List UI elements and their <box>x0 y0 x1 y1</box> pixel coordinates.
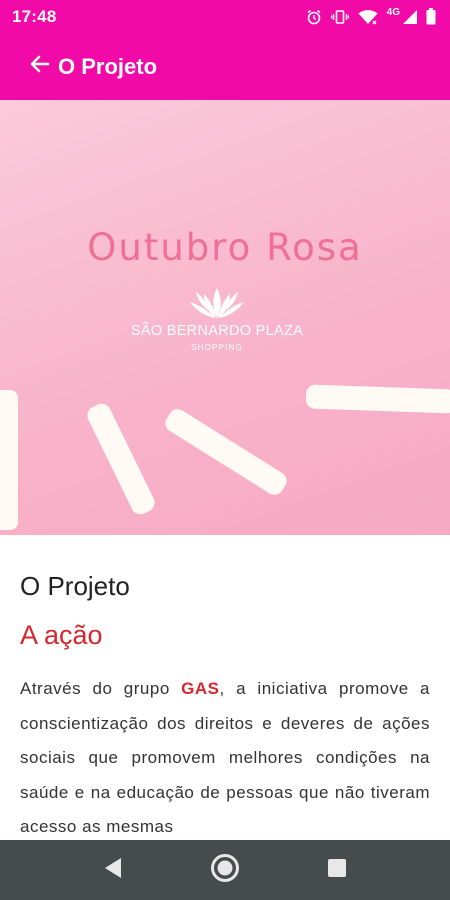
section-subtitle: A ação <box>20 620 103 650</box>
body-text: Através do grupo GAS, a iniciativa promo… <box>20 672 430 840</box>
nav-recents-icon <box>327 858 347 883</box>
nav-back-icon <box>103 857 123 884</box>
nav-back-button[interactable] <box>83 840 143 900</box>
decorative-stroke <box>161 405 291 499</box>
logo-name: SÃO BERNARDO PLAZA <box>130 323 304 339</box>
signal-icon <box>403 9 417 24</box>
battery-icon <box>426 8 436 25</box>
body-text-rest: , a iniciativa promove a conscientização… <box>20 679 430 836</box>
group-highlight: GAS <box>181 679 220 698</box>
status-bar: 17:48 4G <box>0 0 450 33</box>
decorative-stroke <box>305 384 450 414</box>
app-bar: O Projeto <box>0 33 450 100</box>
lotus-logo-icon <box>186 286 248 325</box>
logo-subtitle: SHOPPING <box>191 343 243 352</box>
banner-title: Outubro Rosa <box>87 226 363 269</box>
content-area: O Projeto A ação Através do grupo GAS, a… <box>0 535 450 840</box>
decorative-stroke <box>0 390 18 530</box>
banner-image: Outubro Rosa SÃO BERNARDO PLAZA SHOPPING <box>0 100 450 535</box>
nav-recents-button[interactable] <box>307 840 367 900</box>
system-nav-bar <box>0 840 450 900</box>
wifi-icon <box>358 9 378 25</box>
body-text-start: Através do grupo <box>20 679 182 698</box>
status-icons: 4G <box>306 7 436 25</box>
vibrate-icon <box>330 9 349 25</box>
decorative-stroke <box>84 400 158 518</box>
nav-home-icon <box>210 853 240 888</box>
section-title: O Projeto <box>20 571 130 601</box>
status-time: 17:48 <box>12 6 57 26</box>
nav-home-button[interactable] <box>195 840 255 900</box>
app-title: O Projeto <box>58 53 158 79</box>
network-label: 4G <box>386 7 400 18</box>
arrow-back-icon <box>28 52 52 81</box>
alarm-icon <box>306 9 322 25</box>
